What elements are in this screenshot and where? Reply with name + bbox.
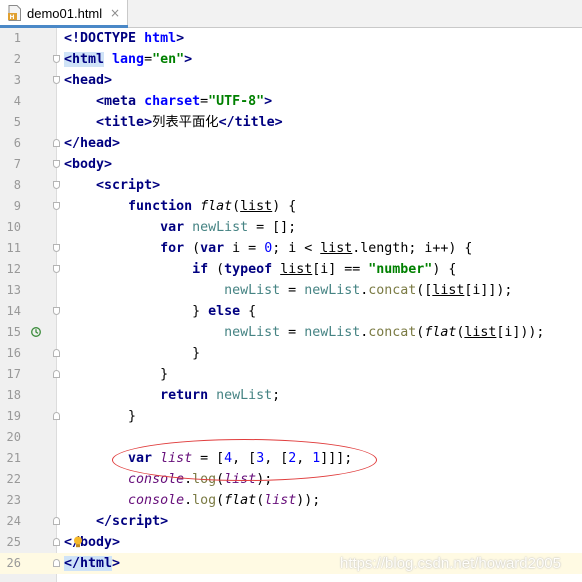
svg-text:H: H [10,14,15,21]
fold-toggle[interactable] [53,538,60,546]
line-text: <title>列表平面化</title> [96,115,283,130]
line-number: 1 [13,31,21,45]
fold-toggle[interactable] [53,76,60,84]
code-line-2: 2 <html lang="en"> [0,49,582,70]
fold-toggle[interactable] [53,412,60,420]
code-line-17: 17 } [0,364,582,385]
fold-toggle[interactable] [53,160,60,168]
editor-tab-bar: H demo01.html × [0,0,582,28]
html-file-icon: H [8,5,21,21]
code-line-23: 23 console.log(flat(list)); [0,490,582,511]
line-text: } else { [192,304,257,319]
line-number: 6 [13,136,21,150]
fold-toggle[interactable] [53,370,60,378]
code-line-25: 25 </body> [0,532,582,553]
line-number: 26 [6,556,21,570]
line-text: if (typeof list[i] == "number") { [192,262,457,277]
line-number: 20 [6,430,21,444]
code-line-15: 15 newList = newList.concat(flat(list[i]… [0,322,582,343]
fold-toggle[interactable] [53,265,60,273]
fold-toggle[interactable] [53,559,60,567]
line-number: 14 [6,304,21,318]
line-number: 8 [13,178,21,192]
line-text: for (var i = 0; i < list.length; i++) { [160,241,473,256]
line-text: console.log(flat(list)); [128,493,321,508]
line-number: 21 [6,451,21,465]
line-text: return newList; [160,388,281,403]
fold-toggle[interactable] [53,55,60,63]
code-line-8: 8 <script> [0,175,582,196]
line-number: 22 [6,472,21,486]
code-line-19: 19 } [0,406,582,427]
override-marker-icon[interactable] [30,326,42,338]
fold-toggle[interactable] [53,139,60,147]
line-number: 18 [6,388,21,402]
line-number: 4 [13,94,21,108]
line-number: 16 [6,346,21,360]
line-number: 23 [6,493,21,507]
code-line-7: 7 <body> [0,154,582,175]
watermark: https://blog.csdn.net/howard2005 [340,555,561,572]
line-text: newList = newList.concat(flat(list[i])); [224,325,545,340]
line-number: 25 [6,535,21,549]
line-text: <meta charset="UTF-8"> [96,94,273,109]
fold-toggle[interactable] [53,244,60,252]
code-line-4: 4 <meta charset="UTF-8"> [0,91,582,112]
line-text: </script> [96,514,169,529]
fold-toggle[interactable] [53,202,60,210]
line-text: <!DOCTYPE html> [64,31,185,46]
code-line-13: 13 newList = newList.concat([list[i]]); [0,280,582,301]
fold-toggle[interactable] [53,181,60,189]
line-number: 19 [6,409,21,423]
line-text: </head> [64,136,121,151]
code-line-9: 9 function flat(list) { [0,196,582,217]
line-text: } [128,409,137,424]
highlight-ellipse [112,439,377,481]
fold-toggle[interactable] [53,517,60,525]
line-text: <html lang="en"> [64,52,193,67]
code-line-16: 16 } [0,343,582,364]
code-line-10: 10 var newList = []; [0,217,582,238]
code-line-5: 5 <title>列表平面化</title> [0,112,582,133]
tab-demo01-html[interactable]: H demo01.html × [0,0,128,28]
line-text: <body> [64,157,113,172]
code-line-24: 24 </script> [0,511,582,532]
code-line-14: 14 } else { [0,301,582,322]
code-line-18: 18 return newList; [0,385,582,406]
fold-toggle[interactable] [53,307,60,315]
line-text: } [160,367,169,382]
line-number: 2 [13,52,21,66]
line-text: <head> [64,73,113,88]
code-line-11: 11 for (var i = 0; i < list.length; i++)… [0,238,582,259]
line-number: 11 [6,241,21,255]
code-line-3: 3 <head> [0,70,582,91]
line-number: 17 [6,367,21,381]
line-number: 9 [13,199,21,213]
line-number: 7 [13,157,21,171]
tab-title: demo01.html [27,6,103,21]
line-text: var newList = []; [160,220,297,235]
line-number: 15 [6,325,21,339]
line-number: 13 [6,283,21,297]
code-editor[interactable]: 1 <!DOCTYPE html> 2 <html lang="en"> 3 <… [0,28,582,574]
line-number: 24 [6,514,21,528]
line-text: </html> [64,556,121,571]
fold-toggle[interactable] [53,349,60,357]
line-text: <script> [96,178,161,193]
close-icon[interactable]: × [110,6,120,20]
line-text: function flat(list) { [128,199,297,214]
code-line-1: 1 <!DOCTYPE html> [0,28,582,49]
code-line-6: 6 </head> [0,133,582,154]
line-number: 5 [13,115,21,129]
line-number: 12 [6,262,21,276]
intention-bulb-icon[interactable] [73,536,83,548]
line-number: 10 [6,220,21,234]
line-text: } [192,346,201,361]
line-text: newList = newList.concat([list[i]]); [224,283,513,298]
code-line-12: 12 if (typeof list[i] == "number") { [0,259,582,280]
line-number: 3 [13,73,21,87]
